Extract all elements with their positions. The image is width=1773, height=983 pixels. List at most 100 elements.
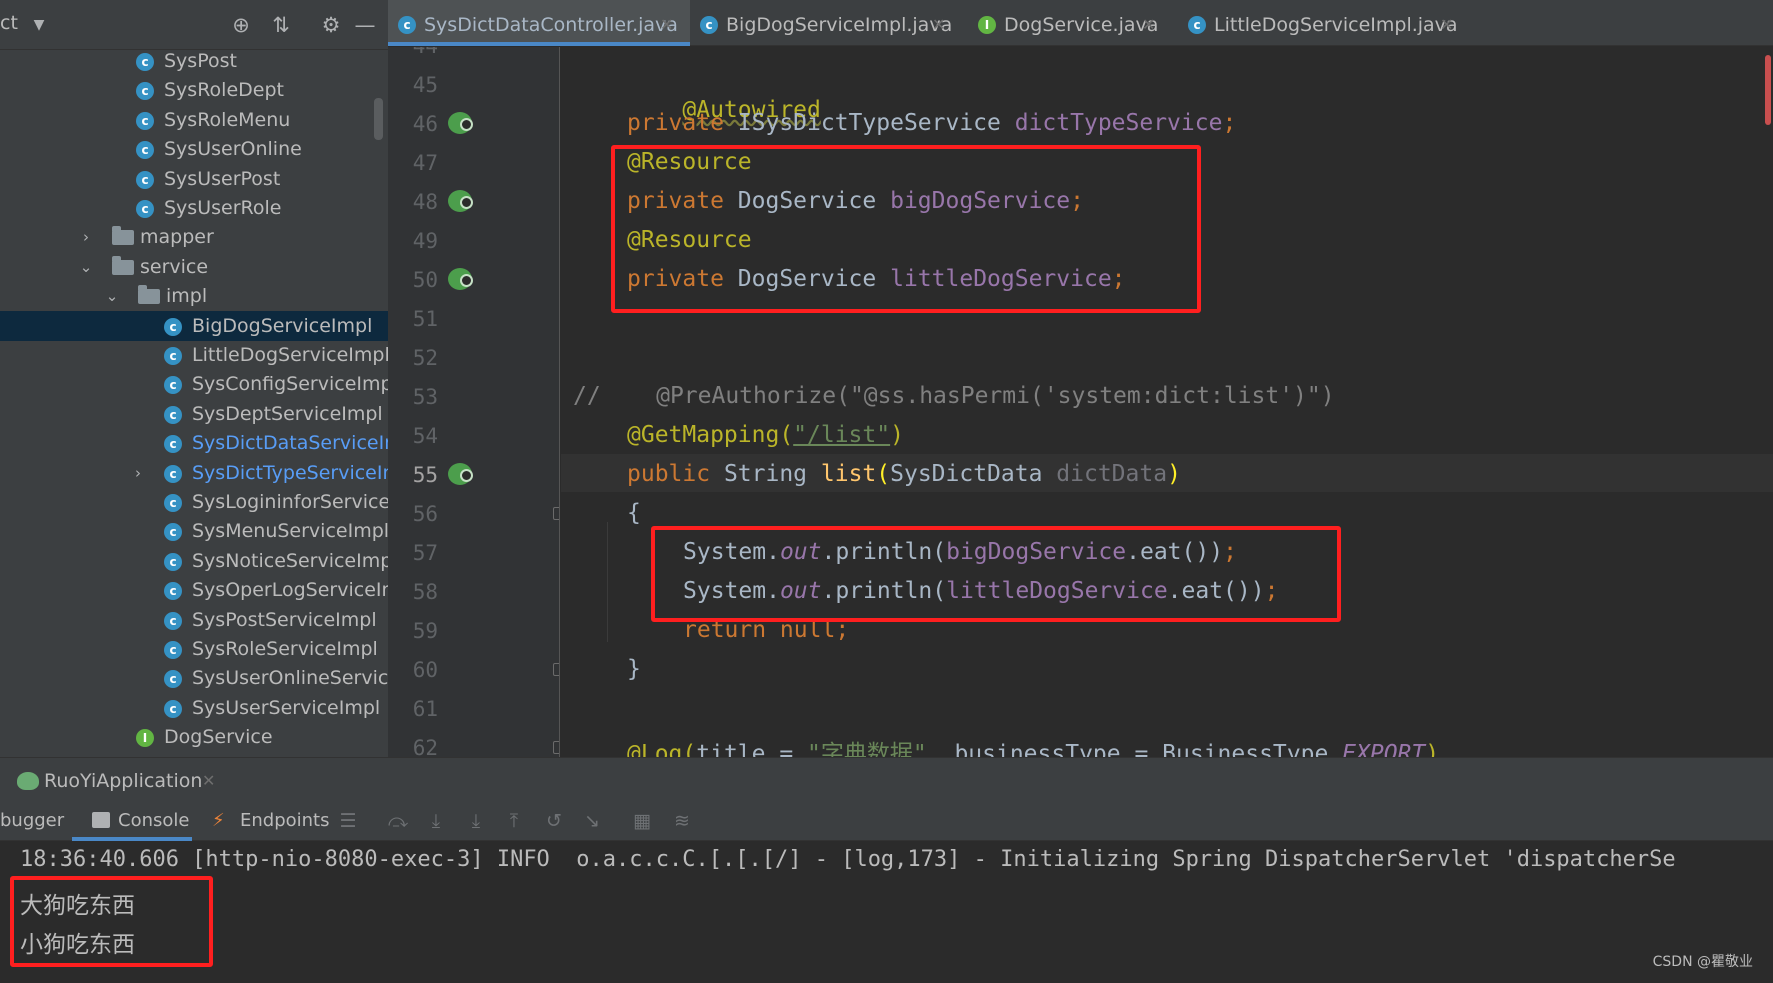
menu-icon[interactable]: ☰ — [336, 809, 360, 833]
step-over-icon[interactable]: ⤼ — [386, 809, 410, 833]
evaluate-expression-icon[interactable]: ▦ — [630, 809, 654, 833]
chevron-down-icon[interactable]: ⌄ — [76, 252, 96, 282]
tree-item[interactable]: › c SysDictTypeServiceImp — [0, 458, 388, 488]
tree-item[interactable]: c SysDictDataServiceImp — [0, 428, 388, 458]
step-out-icon[interactable]: ⤒ — [502, 809, 526, 833]
code-line-60: } — [627, 656, 641, 682]
tab-console[interactable]: Console — [72, 801, 192, 841]
tree-item[interactable]: c SysConfigServiceImpl — [0, 369, 388, 399]
close-icon[interactable]: ✕ — [202, 764, 215, 798]
tab-sysdictdatacontroller[interactable]: c SysDictDataController.java ✕ — [388, 0, 690, 46]
interface-icon: I — [978, 16, 996, 34]
chevron-right-icon[interactable]: › — [76, 222, 96, 252]
force-step-into-icon[interactable]: ⤓ — [464, 809, 488, 833]
chevron-down-icon[interactable]: ▼ — [26, 12, 52, 38]
tree-item[interactable]: c BigDogServiceImpl — [0, 310, 388, 341]
tree-item[interactable]: c SysRoleServiceImpl — [0, 634, 388, 664]
spring-bean-icon[interactable] — [448, 268, 473, 290]
tree-item-label: DogService — [164, 726, 273, 749]
spring-bean-icon[interactable] — [448, 112, 473, 134]
tree-item[interactable]: c SysRoleMenu — [0, 105, 388, 135]
line-number: 50 — [412, 268, 438, 292]
tab-dogservice[interactable]: I DogService.java ✕ — [968, 0, 1168, 46]
tree-item[interactable]: c SysOperLogServiceImp — [0, 575, 388, 605]
line-number: 46 — [412, 112, 438, 136]
class-icon: c — [136, 200, 154, 218]
code-editor[interactable]: @Autowired private ISysDictTypeService d… — [561, 47, 1773, 757]
spring-bean-icon[interactable] — [448, 190, 473, 212]
minimize-icon[interactable]: — — [352, 12, 378, 38]
tab-label: SysDictDataController.java — [424, 14, 678, 36]
endpoints-icon: ⚡ — [212, 810, 225, 831]
tab-debugger[interactable]: bugger — [0, 801, 70, 841]
editor-scrollbar[interactable] — [1765, 55, 1771, 125]
run-to-cursor-icon[interactable]: ↘ — [580, 809, 604, 833]
code-line-56: { — [627, 500, 641, 526]
tree-item[interactable]: c LittleDogServiceImpl — [0, 340, 388, 370]
project-title[interactable]: ct — [0, 12, 18, 34]
class-icon: c — [164, 376, 182, 395]
close-icon[interactable]: ✕ — [1440, 0, 1453, 50]
fold-marker-icon[interactable] — [553, 741, 559, 754]
tab-bigdogserviceimpl[interactable]: c BigDogServiceImpl.java ✕ — [690, 0, 958, 46]
tree-item[interactable]: ⌄ impl — [0, 281, 388, 311]
class-icon: c — [398, 16, 416, 34]
tree-item[interactable]: c SysMenuServiceImpl — [0, 516, 388, 546]
console-output[interactable]: 18:36:40.606 [http-nio-8080-exec-3] INFO… — [0, 841, 1773, 983]
tree-item-label: SysUserServiceImpl — [192, 696, 381, 719]
tree-item-label: SysUserPost — [164, 167, 281, 190]
tree-item[interactable]: › mapper — [0, 222, 388, 252]
tree-item[interactable]: c SysUserOnlineServiceIr — [0, 663, 388, 693]
line-number: 58 — [412, 580, 438, 604]
tab-endpoints[interactable]: ⚡ Endpoints — [208, 801, 330, 841]
code-line-54: @GetMapping("/list") — [627, 422, 904, 448]
gear-icon[interactable]: ⚙ — [318, 12, 344, 38]
drop-frame-icon[interactable]: ↺ — [542, 809, 566, 833]
fold-marker-icon[interactable] — [553, 507, 559, 520]
tree-item-label: impl — [166, 285, 208, 308]
tree-item[interactable]: c SysRoleDept — [0, 75, 388, 105]
tree-scrollbar[interactable] — [374, 98, 383, 140]
tree-item-label: SysDictDataServiceImp — [192, 432, 388, 455]
tree-item[interactable]: c SysUserRole — [0, 193, 388, 223]
trace-icon[interactable]: ≋ — [670, 809, 694, 833]
line-number: 48 — [412, 190, 438, 214]
tree-item-label: service — [140, 255, 209, 278]
tree-item[interactable]: c SysLogininforServiceIm — [0, 487, 388, 517]
line-number: 62 — [412, 736, 438, 757]
tree-item-label: SysLogininforServiceIm — [192, 491, 388, 513]
line-number: 52 — [412, 346, 438, 370]
chevron-right-icon[interactable]: › — [128, 458, 148, 488]
tree-item[interactable]: c SysUserServiceImpl — [0, 693, 388, 723]
line-number: 60 — [412, 658, 438, 682]
fold-marker-icon[interactable] — [553, 663, 559, 676]
tree-item[interactable]: ⌄ service — [0, 252, 388, 282]
collapse-all-icon[interactable]: ⇅ — [268, 12, 294, 38]
tree-item[interactable]: c SysDeptServiceImpl — [0, 399, 388, 429]
step-into-icon[interactable]: ⤓ — [424, 809, 448, 833]
class-icon: c — [164, 464, 182, 483]
console-icon — [92, 812, 110, 828]
tree-item[interactable]: c SysUserPost — [0, 164, 388, 194]
class-icon: c — [164, 699, 182, 718]
tree-item[interactable]: c SysNoticeServiceImpl — [0, 546, 388, 576]
chevron-down-icon[interactable]: ⌄ — [102, 281, 122, 311]
run-tool-window-bar: RuoYiApplication ✕ — [0, 757, 1773, 801]
endpoint-globe-icon[interactable] — [448, 463, 473, 485]
tab-littledogserviceimpl[interactable]: c LittleDogServiceImpl.java ✕ — [1178, 0, 1458, 46]
code-line-55: public String list(SysDictData dictData) — [627, 461, 1181, 487]
close-icon[interactable]: ✕ — [660, 0, 673, 50]
tree-item-label: SysDeptServiceImpl — [192, 402, 383, 425]
line-number: 49 — [412, 229, 438, 253]
tree-item[interactable]: c SysPost — [0, 46, 388, 76]
tree-item[interactable]: c SysPostServiceImpl — [0, 605, 388, 635]
locate-icon[interactable]: ⊕ — [228, 12, 254, 38]
tree-item-label: SysUserOnlineServiceIr — [192, 667, 388, 690]
folder-icon — [138, 285, 160, 305]
tab-label: bugger — [0, 810, 65, 831]
close-icon[interactable]: ✕ — [932, 0, 945, 50]
tree-item[interactable]: I DogService — [0, 722, 388, 752]
class-icon: c — [164, 317, 182, 336]
tree-item[interactable]: c SysUserOnline — [0, 134, 388, 164]
close-icon[interactable]: ✕ — [1142, 0, 1155, 50]
